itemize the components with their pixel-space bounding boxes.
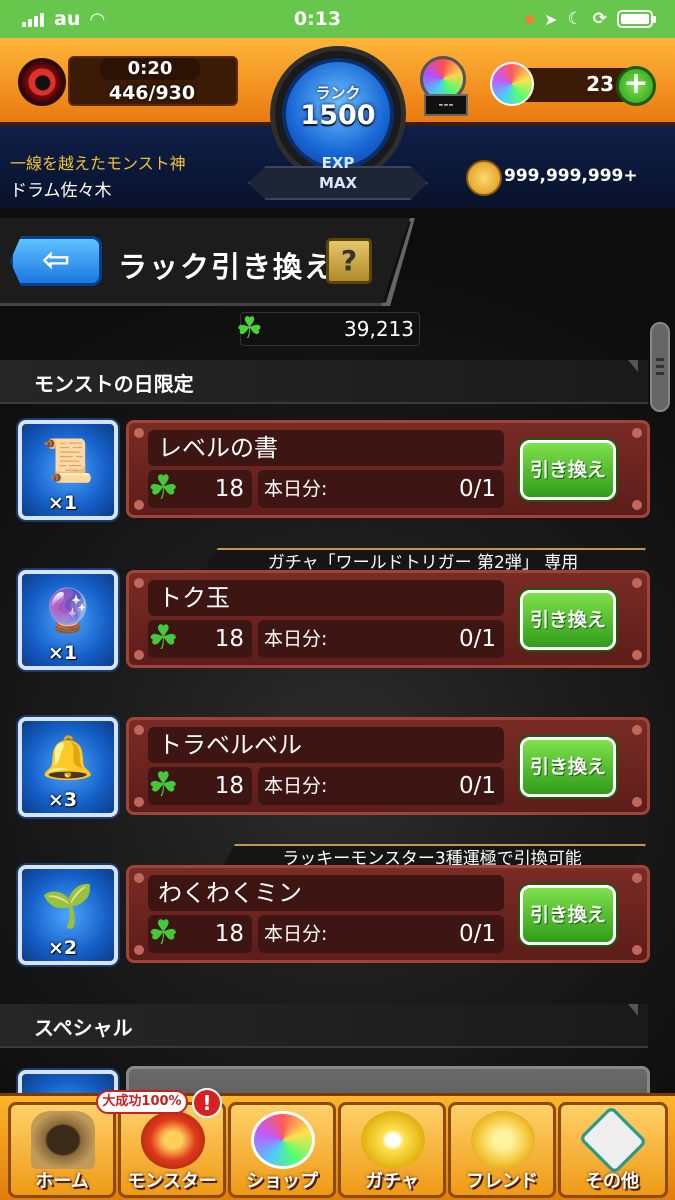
clover-icon: ☘	[236, 311, 263, 346]
clock: 0:13	[293, 8, 342, 30]
game-header: 0:20 446/930 ランク 1500 EXP MAX --- 23 + 一…	[0, 38, 675, 208]
item-name: わくわくミン	[158, 879, 302, 907]
exp-label: EXP	[321, 154, 355, 172]
stamina-value: 446/930	[108, 82, 196, 104]
exchange-button[interactable]: 引き換え	[520, 737, 616, 797]
quota-value: 0/1	[458, 476, 496, 502]
scroll-icon: 📜 ×1	[18, 420, 118, 520]
clover-icon: ☘	[148, 468, 179, 508]
nav-other[interactable]: その他	[558, 1102, 668, 1198]
item-count: ×1	[48, 642, 78, 664]
success-badge: 大成功100%	[96, 1090, 188, 1114]
page-title: ラック引き換え	[118, 250, 336, 284]
battery-icon	[617, 10, 656, 28]
gacha-icon	[361, 1111, 425, 1169]
monster-icon	[141, 1111, 205, 1169]
clover-icon: ☘	[148, 913, 179, 953]
coin-icon	[466, 160, 502, 196]
item-cost: 18	[214, 921, 244, 947]
quota-label: 本日分:	[264, 628, 328, 650]
other-icon	[578, 1105, 648, 1175]
section-title: スペシャル	[34, 1016, 133, 1040]
alert-icon: !	[192, 1088, 222, 1118]
rotation-lock-icon: ⟳	[592, 9, 607, 29]
quota-label: 本日分:	[264, 923, 328, 945]
item-count: ×3	[48, 789, 78, 811]
orb-count: 23	[586, 72, 614, 96]
status-bar: au ◠ 0:13 ➤ ☾ ⟳	[0, 0, 675, 38]
bell-icon: 🔔 ×3	[18, 717, 118, 817]
shop-icon	[251, 1111, 315, 1169]
quota-value: 0/1	[458, 773, 496, 799]
clover-icon: ☘	[148, 618, 179, 658]
bottle-icon: 🌱 ×2	[18, 865, 118, 965]
carrier-label: au	[54, 8, 81, 30]
item-name: トラベルベル	[158, 731, 302, 759]
location-icon: ➤	[544, 9, 558, 29]
orb-icon	[490, 62, 534, 106]
coin-value: 999,999,999+	[504, 166, 638, 186]
list-item: 🔔 ×3 トラベルベル ☘ 18 本日分: 0/1 引き換え	[0, 705, 675, 817]
stamina-icon	[18, 58, 66, 106]
stamina-timer: 0:20	[100, 58, 200, 80]
main-content: ⇦ ラック引き換え ? ☘ 39,213 モンストの日限定 📜 ×1 レベルの書 …	[0, 208, 675, 1093]
orb-icon: 🔮 ×1	[18, 570, 118, 670]
nav-shop[interactable]: ショップ	[228, 1102, 336, 1198]
exchange-button[interactable]: 引き換え	[520, 440, 616, 500]
item-cost: 18	[214, 773, 244, 799]
section-title: モンストの日限定	[34, 372, 194, 396]
item-cost: 18	[214, 626, 244, 652]
clover-icon: ☘	[148, 765, 179, 805]
moon-icon: ☾	[567, 9, 583, 29]
exchange-button[interactable]: 引き換え	[520, 885, 616, 945]
quota-label: 本日分:	[264, 775, 328, 797]
list-item: 🌱 ×2 わくわくミン ☘ 18 本日分: 0/1 引き換え	[0, 853, 675, 965]
item-icon-partial	[18, 1070, 118, 1093]
exp-value: MAX	[318, 174, 358, 192]
wifi-icon: ◠	[90, 8, 105, 30]
home-icon	[31, 1111, 95, 1169]
nav-friend[interactable]: フレンド	[448, 1102, 556, 1198]
nav-gacha[interactable]: ガチャ	[338, 1102, 446, 1198]
quota-value: 0/1	[458, 626, 496, 652]
rank-value: 1500	[300, 100, 376, 131]
list-item: 📜 ×1 レベルの書 ☘ 18 本日分: 0/1 引き換え	[0, 408, 675, 520]
item-name: トク玉	[158, 584, 230, 612]
quota-value: 0/1	[458, 921, 496, 947]
back-button[interactable]: ⇦	[10, 236, 102, 286]
player-name: ドラム佐々木	[10, 181, 112, 201]
quota-label: 本日分:	[264, 478, 328, 500]
item-name: レベルの書	[158, 434, 278, 462]
player-title: 一線を越えたモンスト神	[10, 154, 186, 173]
nav-home[interactable]: ホーム	[8, 1102, 116, 1198]
help-button[interactable]: ?	[326, 238, 372, 284]
mic-indicator-icon	[525, 14, 535, 24]
signal-icon	[22, 11, 44, 27]
item-orb-label: ---	[424, 94, 468, 116]
exchange-button[interactable]: 引き換え	[520, 590, 616, 650]
item-cost: 18	[214, 476, 244, 502]
item-count: ×1	[48, 492, 78, 514]
clover-total: 39,213	[344, 317, 414, 341]
friend-icon	[471, 1111, 535, 1169]
list-item: 🔮 ×1 トク玉 ☘ 18 本日分: 0/1 引き換え	[0, 558, 675, 670]
add-orbs-button[interactable]: +	[616, 66, 656, 106]
item-count: ×2	[48, 937, 78, 959]
